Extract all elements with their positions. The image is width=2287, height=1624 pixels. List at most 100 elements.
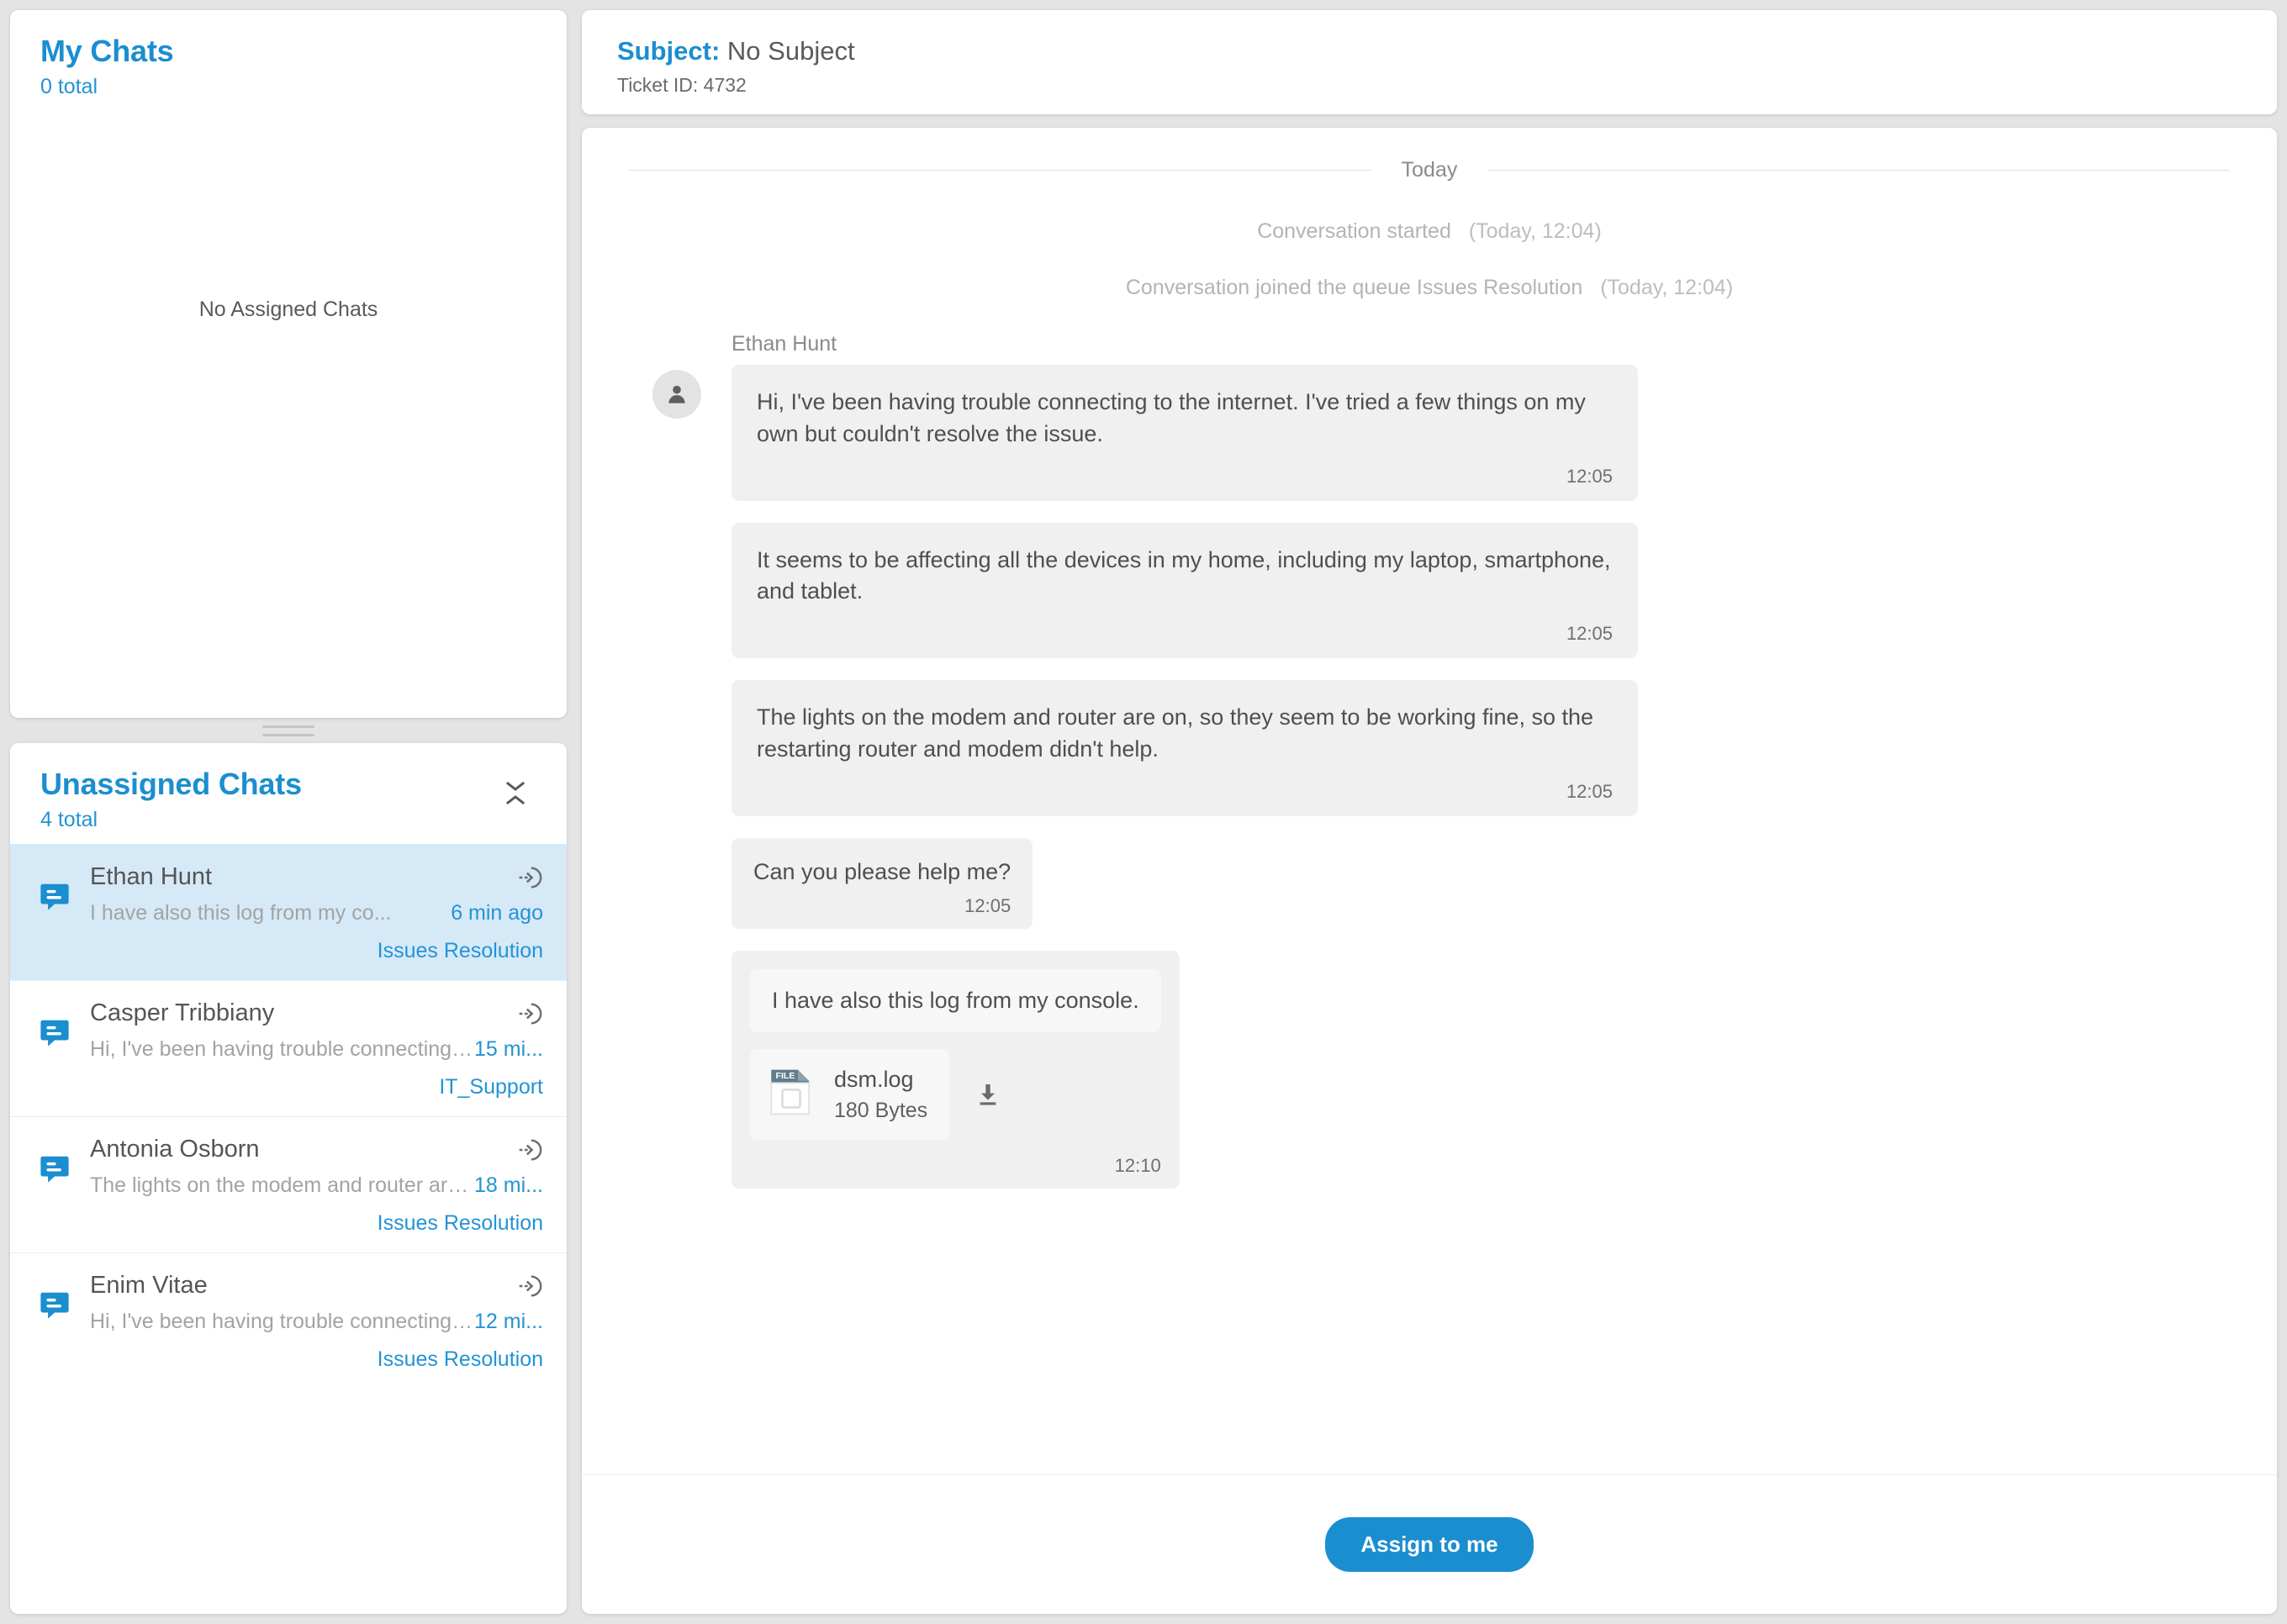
page-title: Subject: No Subject — [617, 35, 2242, 66]
resize-grip-line — [262, 733, 314, 736]
assign-to-me-button[interactable]: Assign to me — [1325, 1517, 1534, 1572]
my-chats-empty-label: No Assigned Chats — [198, 297, 378, 321]
my-chats-panel: My Chats 0 total No Assigned Chats — [10, 10, 567, 718]
separator-line-left — [629, 170, 1371, 171]
assign-arrow-icon[interactable] — [515, 1136, 543, 1164]
list-item-queue: Issues Resolution — [377, 1210, 543, 1235]
system-event: Conversation joined the queue Issues Res… — [629, 276, 2230, 300]
message-row: It seems to be affecting all the devices… — [629, 522, 2230, 659]
system-event-text: Conversation joined the queue Issues Res… — [1125, 276, 1583, 299]
unassigned-chats-title: Unassigned Chats — [40, 767, 302, 801]
my-chats-total: 0 total — [40, 74, 98, 98]
my-chats-header: My Chats 0 total — [10, 10, 567, 111]
list-item-preview: Hi, I've been having trouble connecting … — [90, 1036, 475, 1061]
chat-bubble-icon — [30, 1136, 79, 1184]
avatar-spacer — [629, 680, 732, 685]
message-scroll-area[interactable]: Today Conversation started (Today, 12:04… — [582, 128, 2277, 1474]
conversation-footer: Assign to me — [582, 1474, 2277, 1614]
chevron-down-icon — [506, 781, 525, 791]
ticket-id: Ticket ID: 4732 — [617, 74, 747, 97]
file-name: dsm.log — [834, 1066, 914, 1092]
message-time: 12:05 — [1566, 780, 1613, 802]
file-icon: FILE — [767, 1068, 816, 1120]
message-text: It seems to be affecting all the devices… — [757, 546, 1611, 604]
avatar-slot — [629, 365, 732, 419]
conversation-column: Subject: No Subject Ticket ID: 4732 Toda… — [582, 10, 2277, 1614]
svg-text:FILE: FILE — [776, 1072, 795, 1082]
list-item-name: Antonia Osborn — [90, 1136, 260, 1163]
list-item-time: 15 mi... — [474, 1036, 543, 1061]
list-item-preview: I have also this log from my co... — [90, 900, 392, 925]
list-item-name: Casper Tribbiany — [90, 999, 275, 1027]
message-group: Ethan Hunt Hi, I've been having trouble … — [629, 332, 2230, 1189]
day-separator: Today — [629, 158, 2230, 182]
conversation-panel: Today Conversation started (Today, 12:04… — [582, 128, 2277, 1614]
list-item[interactable]: Enim Vitae Hi, I've been having trouble — [10, 1252, 567, 1389]
unassigned-chats-total: 4 total — [40, 807, 98, 831]
my-chats-title: My Chats — [40, 34, 174, 68]
message-row-attachment: I have also this log from my console. FI… — [629, 950, 2230, 1189]
attachment-bubble: I have also this log from my console. FI… — [732, 950, 1180, 1189]
avatar-spacer — [629, 951, 732, 956]
collapse-toggle-button[interactable] — [496, 773, 535, 812]
message-row: The lights on the modem and router are o… — [629, 680, 2230, 816]
panel-resize-handle[interactable] — [10, 718, 567, 743]
chat-bubble-icon — [30, 863, 79, 912]
list-item-preview: The lights on the modem and router are o… — [90, 1173, 475, 1197]
list-item-queue: Issues Resolution — [377, 938, 543, 962]
system-event-stamp: (Today, 12:04) — [1600, 276, 1734, 299]
message-text: The lights on the modem and router are o… — [757, 704, 1594, 762]
message-time: 12:05 — [1566, 465, 1613, 487]
assign-arrow-icon[interactable] — [515, 1272, 543, 1300]
unassigned-chats-panel: Unassigned Chats 4 total Ethan Hunt I ha… — [10, 743, 567, 1614]
message-text: Hi, I've been having trouble connecting … — [757, 389, 1586, 446]
file-meta: dsm.log 180 Bytes — [834, 1066, 927, 1124]
list-item[interactable]: Antonia Osborn The lights on the modem a… — [10, 1115, 567, 1252]
separator-line-right — [1487, 170, 2230, 171]
message-bubble: The lights on the modem and router are o… — [732, 680, 1638, 816]
app-root: My Chats 0 total No Assigned Chats Unass… — [0, 0, 2287, 1624]
unassigned-chats-header: Unassigned Chats 4 total — [10, 743, 567, 844]
subject-label: Subject: — [617, 36, 721, 66]
list-item-name: Enim Vitae — [90, 1272, 208, 1300]
file-size: 180 Bytes — [834, 1099, 928, 1123]
left-sidebar: My Chats 0 total No Assigned Chats Unass… — [10, 10, 567, 1614]
list-item-name: Ethan Hunt — [90, 863, 213, 891]
list-item-queue: Issues Resolution — [377, 1347, 543, 1371]
assign-arrow-icon[interactable] — [515, 863, 543, 892]
list-item-preview: Hi, I've been having trouble connecting … — [90, 1309, 475, 1333]
message-time: 12:05 — [964, 894, 1011, 916]
list-item-time: 18 mi... — [474, 1173, 543, 1197]
my-chats-empty-state: No Assigned Chats — [10, 111, 567, 718]
list-item[interactable]: Casper Tribbiany Hi, I've been having tr… — [10, 979, 567, 1116]
avatar-spacer — [629, 523, 732, 528]
resize-grip-line — [262, 725, 314, 728]
message-bubble: Can you please help me? 12:05 — [732, 837, 1033, 929]
list-item[interactable]: Ethan Hunt I have also this log from my — [10, 843, 567, 980]
chevron-up-icon — [506, 794, 525, 804]
attachment-caption: I have also this log from my console. — [750, 968, 1161, 1032]
system-event-text: Conversation started — [1257, 219, 1451, 243]
message-bubble: It seems to be affecting all the devices… — [732, 522, 1638, 659]
list-item-time: 6 min ago — [451, 900, 543, 925]
chat-bubble-icon — [30, 999, 79, 1048]
assign-arrow-icon[interactable] — [515, 999, 543, 1028]
list-item-queue: IT_Support — [439, 1074, 543, 1099]
file-attachment-card[interactable]: FILE dsm.log 180 Bytes — [750, 1048, 950, 1141]
message-sender-name: Ethan Hunt — [732, 332, 837, 356]
message-row: Hi, I've been having trouble connecting … — [629, 365, 2230, 501]
subject-header: Subject: No Subject Ticket ID: 4732 — [582, 10, 2277, 114]
system-event: Conversation started (Today, 12:04) — [629, 219, 2230, 244]
attachment-time: 12:10 — [1114, 1155, 1161, 1177]
subject-value: No Subject — [726, 36, 855, 66]
message-row: Can you please help me? 12:05 — [629, 837, 2230, 929]
unassigned-chat-list: Ethan Hunt I have also this log from my — [10, 843, 567, 1614]
download-icon[interactable] — [974, 1081, 1001, 1108]
day-label: Today — [1401, 158, 1458, 182]
message-time: 12:05 — [1566, 623, 1613, 645]
message-bubble: Hi, I've been having trouble connecting … — [732, 365, 1638, 501]
system-event-stamp: (Today, 12:04) — [1468, 219, 1602, 243]
message-text: Can you please help me? — [753, 858, 1011, 884]
avatar-spacer — [629, 838, 732, 843]
file-row: FILE dsm.log 180 Bytes — [750, 1048, 1161, 1141]
